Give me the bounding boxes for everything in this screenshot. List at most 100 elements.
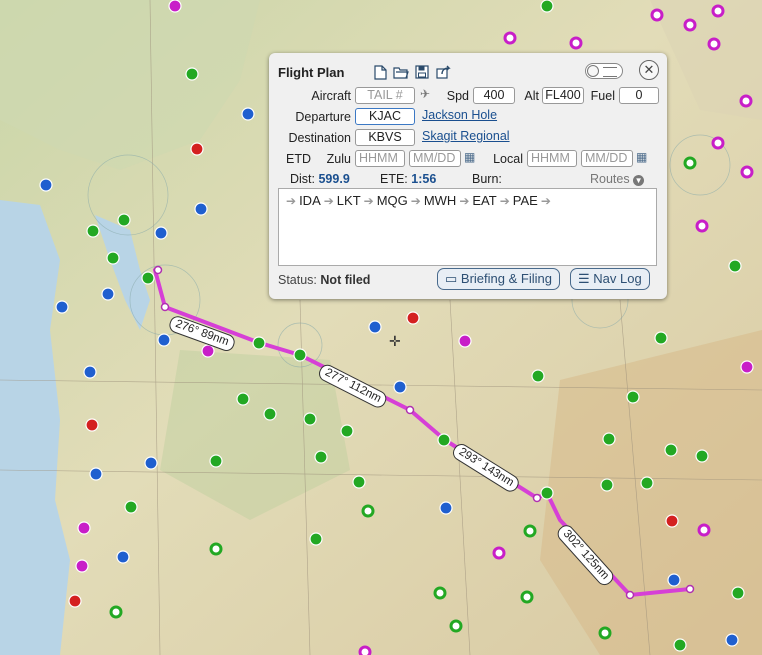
- destination-airport-link[interactable]: Skagit Regional: [422, 129, 510, 143]
- airport-marker[interactable]: [185, 67, 199, 81]
- share-icon[interactable]: [435, 64, 451, 80]
- airport-marker[interactable]: [89, 467, 103, 481]
- airport-marker[interactable]: [194, 202, 208, 216]
- routes-dropdown[interactable]: Routes ▼: [590, 172, 645, 186]
- new-file-icon[interactable]: [372, 64, 388, 80]
- waypoint-marker[interactable]: [532, 493, 542, 503]
- airport-marker[interactable]: [109, 605, 123, 619]
- airport-marker[interactable]: [141, 271, 155, 285]
- airport-marker[interactable]: [309, 532, 323, 546]
- airport-marker[interactable]: [117, 213, 131, 227]
- airport-marker[interactable]: [711, 4, 725, 18]
- airport-marker[interactable]: [665, 514, 679, 528]
- airport-marker[interactable]: [314, 450, 328, 464]
- fuel-input[interactable]: 0: [619, 87, 659, 104]
- airport-marker[interactable]: [695, 219, 709, 233]
- airport-marker[interactable]: [241, 107, 255, 121]
- waypoint-marker[interactable]: [405, 405, 415, 415]
- departure-airport-link[interactable]: Jackson Hole: [422, 108, 497, 122]
- route-waypoint[interactable]: EAT: [472, 193, 496, 208]
- calendar-icon[interactable]: ▦: [636, 150, 647, 164]
- airport-marker[interactable]: [393, 380, 407, 394]
- airport-marker[interactable]: [157, 333, 171, 347]
- airport-marker[interactable]: [101, 287, 115, 301]
- local-date-input[interactable]: MM/DD: [581, 150, 633, 167]
- route-textbox[interactable]: ➔ IDA ➔ LKT ➔ MQG ➔ MWH ➔ EAT ➔ PAE ➔: [278, 188, 657, 266]
- airport-marker[interactable]: [626, 390, 640, 404]
- airport-marker[interactable]: [83, 365, 97, 379]
- airport-marker[interactable]: [201, 344, 215, 358]
- airport-marker[interactable]: [433, 586, 447, 600]
- airport-marker[interactable]: [523, 524, 537, 538]
- airport-marker[interactable]: [667, 573, 681, 587]
- airport-marker[interactable]: [650, 8, 664, 22]
- airport-marker[interactable]: [458, 334, 472, 348]
- airport-marker[interactable]: [85, 418, 99, 432]
- airport-marker[interactable]: [406, 311, 420, 325]
- airport-marker[interactable]: [368, 320, 382, 334]
- aircraft-tail-input[interactable]: TAIL #: [355, 87, 415, 104]
- airport-marker[interactable]: [739, 94, 753, 108]
- airport-marker[interactable]: [55, 300, 69, 314]
- airport-marker[interactable]: [683, 18, 697, 32]
- airport-marker[interactable]: [711, 136, 725, 150]
- airport-marker[interactable]: [116, 550, 130, 564]
- altitude-input[interactable]: FL400: [542, 87, 584, 104]
- airport-marker[interactable]: [540, 0, 554, 13]
- route-waypoint[interactable]: IDA: [299, 193, 321, 208]
- airport-marker[interactable]: [209, 454, 223, 468]
- airport-marker[interactable]: [86, 224, 100, 238]
- save-icon[interactable]: [414, 64, 430, 80]
- airport-marker[interactable]: [600, 478, 614, 492]
- airport-marker[interactable]: [252, 336, 266, 350]
- waypoint-marker[interactable]: [153, 265, 163, 275]
- airport-marker[interactable]: [437, 433, 451, 447]
- airport-marker[interactable]: [492, 546, 506, 560]
- airport-marker[interactable]: [695, 449, 709, 463]
- airport-marker[interactable]: [503, 31, 517, 45]
- airport-marker[interactable]: [209, 542, 223, 556]
- airport-marker[interactable]: [683, 156, 697, 170]
- destination-input[interactable]: KBVS: [355, 129, 415, 146]
- airport-marker[interactable]: [728, 259, 742, 273]
- calendar-icon[interactable]: ▦: [464, 150, 475, 164]
- open-folder-icon[interactable]: [393, 64, 409, 80]
- airport-marker[interactable]: [439, 501, 453, 515]
- route-waypoint[interactable]: LKT: [337, 193, 361, 208]
- airport-marker[interactable]: [106, 251, 120, 265]
- airplane-icon[interactable]: ✈: [420, 87, 430, 101]
- waypoint-marker[interactable]: [685, 584, 695, 594]
- zulu-date-input[interactable]: MM/DD: [409, 150, 461, 167]
- airport-marker[interactable]: [697, 523, 711, 537]
- airport-marker[interactable]: [602, 432, 616, 446]
- airport-marker[interactable]: [352, 475, 366, 489]
- airport-marker[interactable]: [731, 586, 745, 600]
- airport-marker[interactable]: [654, 331, 668, 345]
- waypoint-marker[interactable]: [625, 590, 635, 600]
- airport-marker[interactable]: [293, 348, 307, 362]
- airport-marker[interactable]: [664, 443, 678, 457]
- airport-marker[interactable]: [144, 456, 158, 470]
- nav-log-button[interactable]: ☰ Nav Log: [570, 268, 650, 290]
- airport-marker[interactable]: [725, 633, 739, 647]
- route-waypoint[interactable]: MQG: [377, 193, 408, 208]
- airport-marker[interactable]: [540, 486, 554, 500]
- airport-marker[interactable]: [361, 504, 375, 518]
- briefing-filing-button[interactable]: ▭ Briefing & Filing: [437, 268, 560, 290]
- airport-marker[interactable]: [39, 178, 53, 192]
- route-waypoint[interactable]: PAE: [513, 193, 538, 208]
- airport-marker[interactable]: [531, 369, 545, 383]
- speed-input[interactable]: 400: [473, 87, 515, 104]
- zulu-time-input[interactable]: HHMM: [355, 150, 405, 167]
- airport-marker[interactable]: [168, 0, 182, 13]
- airport-marker[interactable]: [520, 590, 534, 604]
- airport-marker[interactable]: [154, 226, 168, 240]
- airport-marker[interactable]: [598, 626, 612, 640]
- route-waypoint[interactable]: MWH: [424, 193, 457, 208]
- airport-marker[interactable]: [77, 521, 91, 535]
- departure-input[interactable]: KJAC: [355, 108, 415, 125]
- airport-marker[interactable]: [740, 360, 754, 374]
- airport-marker[interactable]: [263, 407, 277, 421]
- airport-marker[interactable]: [707, 37, 721, 51]
- airport-marker[interactable]: [340, 424, 354, 438]
